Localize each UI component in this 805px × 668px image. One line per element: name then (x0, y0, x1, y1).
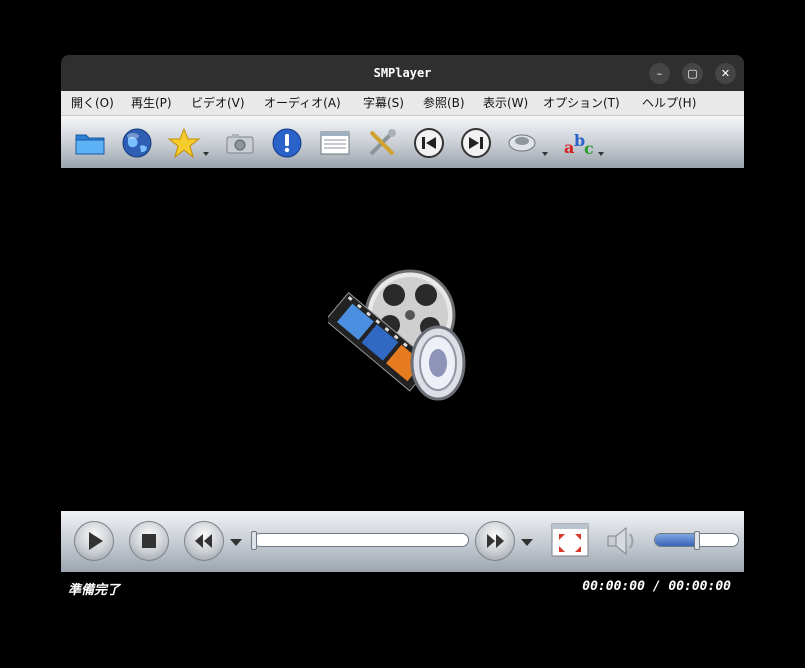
status-bar: 準備完了 00:00:00 / 00:00:00 (61, 572, 744, 603)
menu-options[interactable]: オプション(T) (543, 91, 620, 115)
video-area[interactable] (61, 168, 744, 511)
svg-text:c: c (584, 139, 594, 158)
menu-open[interactable]: 開く(O) (71, 91, 114, 115)
subtitle-dropdown-arrow[interactable] (598, 152, 604, 156)
info-icon[interactable] (270, 126, 304, 160)
audio-track-dropdown-arrow[interactable] (542, 152, 548, 156)
menu-browse[interactable]: 参照(B) (423, 91, 465, 115)
volume-level (655, 534, 697, 546)
svg-text:a: a (564, 138, 574, 157)
forward-button[interactable] (475, 521, 515, 561)
stop-button[interactable] (129, 521, 169, 561)
volume-icon[interactable] (604, 524, 640, 558)
menu-help[interactable]: ヘルプ(H) (642, 91, 696, 115)
subtitle-icon[interactable]: a b c (562, 126, 596, 160)
window-title: SMPlayer (373, 66, 432, 80)
menu-subtitles[interactable]: 字幕(S) (363, 91, 404, 115)
seek-slider[interactable] (253, 533, 469, 547)
control-bar (61, 511, 744, 572)
smplayer-window: SMPlayer – ▢ ✕ 開く(O) 再生(P) ビデオ(V) オーディオ(… (61, 55, 744, 603)
main-toolbar: a b c (61, 116, 744, 168)
time-display: 00:00:00 / 00:00:00 (582, 579, 731, 594)
seek-slider-handle[interactable] (251, 531, 257, 550)
favorites-icon[interactable] (167, 126, 201, 160)
maximize-button[interactable]: ▢ (682, 63, 703, 84)
title-bar[interactable]: SMPlayer – ▢ ✕ (61, 55, 744, 91)
open-url-icon[interactable] (120, 126, 154, 160)
menu-video[interactable]: ビデオ(V) (191, 91, 245, 115)
playlist-icon[interactable] (318, 126, 352, 160)
forward-dropdown-arrow[interactable] (521, 539, 533, 546)
open-folder-icon[interactable] (73, 126, 107, 160)
screenshot-icon[interactable] (223, 126, 257, 160)
preferences-icon[interactable] (365, 126, 399, 160)
previous-icon[interactable] (412, 126, 446, 160)
menu-bar: 開く(O) 再生(P) ビデオ(V) オーディオ(A) 字幕(S) 参照(B) … (61, 91, 744, 116)
play-button[interactable] (74, 521, 114, 561)
minimize-button[interactable]: – (649, 63, 670, 84)
menu-play[interactable]: 再生(P) (131, 91, 172, 115)
rewind-dropdown-arrow[interactable] (230, 539, 242, 546)
menu-view[interactable]: 表示(W) (483, 91, 528, 115)
favorites-dropdown-arrow[interactable] (203, 152, 209, 156)
audio-track-icon[interactable] (506, 126, 540, 160)
menu-audio[interactable]: オーディオ(A) (264, 91, 341, 115)
next-icon[interactable] (459, 126, 493, 160)
volume-slider-handle[interactable] (694, 531, 700, 550)
status-text: 準備完了 (68, 583, 121, 598)
smplayer-logo (324, 265, 478, 415)
fullscreen-icon[interactable] (550, 522, 590, 558)
rewind-button[interactable] (184, 521, 224, 561)
close-button[interactable]: ✕ (715, 63, 736, 84)
